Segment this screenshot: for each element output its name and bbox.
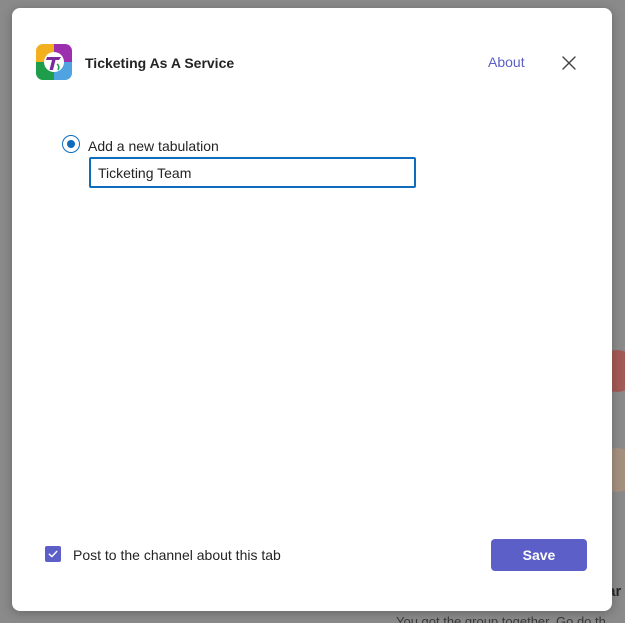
post-to-channel-label: Post to the channel about this tab bbox=[73, 547, 281, 563]
add-new-tab-label: Add a new tabulation bbox=[88, 138, 219, 154]
close-button[interactable] bbox=[560, 54, 578, 72]
post-to-channel-checkbox[interactable] bbox=[45, 546, 61, 562]
checkmark-icon bbox=[48, 550, 58, 558]
add-new-tab-radio[interactable] bbox=[62, 135, 80, 153]
ticketing-app-icon bbox=[36, 44, 72, 80]
save-button[interactable]: Save bbox=[491, 539, 587, 571]
tab-name-input[interactable] bbox=[89, 157, 416, 188]
close-icon bbox=[562, 56, 576, 70]
background-text: You got the group together. Go do th bbox=[396, 614, 606, 623]
about-link[interactable]: About bbox=[488, 54, 525, 70]
app-title: Ticketing As A Service bbox=[85, 55, 235, 71]
tab-config-dialog: Ticketing As A Service About Add a new t… bbox=[12, 8, 612, 611]
radio-selected-dot bbox=[66, 139, 75, 148]
